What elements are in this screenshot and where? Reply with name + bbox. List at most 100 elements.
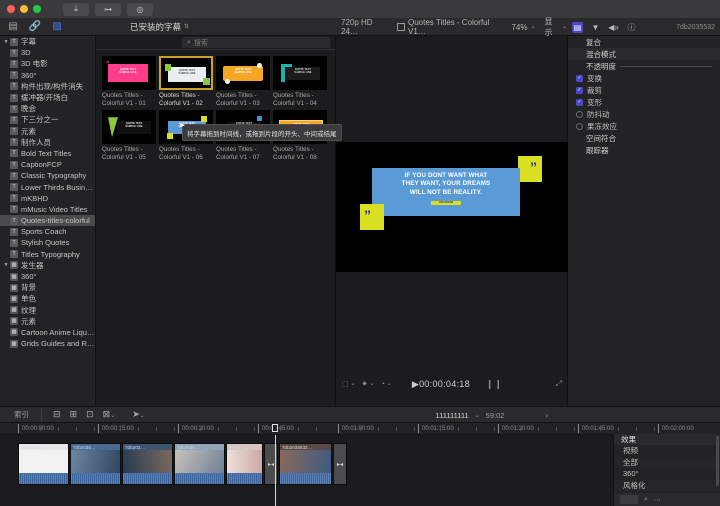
- inspector-row-composite[interactable]: 复合: [568, 36, 720, 48]
- effects-scrollbar[interactable]: [716, 436, 719, 486]
- sidebar-item-classic-typography[interactable]: T Classic Typography: [0, 170, 95, 181]
- sidebar-item-gen-textures[interactable]: ▩ 纹理: [0, 305, 95, 316]
- sidebar-group-titles[interactable]: ▼ T 字幕: [0, 36, 95, 47]
- inspector-row-transform[interactable]: ✓ 变换: [568, 72, 720, 84]
- sidebar-item-gen-backgrounds[interactable]: ▩ 背景: [0, 282, 95, 293]
- retime-tool-button[interactable]: ◔ ⌄: [381, 381, 392, 388]
- sidebar-item-lower-thirds-business[interactable]: T Lower Thirds Business: [0, 181, 95, 192]
- sidebar-item-gen-grids-guides-rulers[interactable]: ▩ Grids Guides and Rulers: [0, 338, 95, 349]
- sidebar-item-credits[interactable]: T 制作人员: [0, 137, 95, 148]
- sidebar-item-mkbhd[interactable]: TmKBHD: [0, 193, 95, 204]
- audio-icon[interactable]: ◀»: [608, 22, 619, 33]
- library-sidebar[interactable]: ▼ T 字幕 T 3D T 3D 电影 T 360° T 构件出现/构件消失 T 缓冲器/…: [0, 36, 96, 406]
- timeline-clip[interactable]: 7db2035…: [70, 443, 121, 485]
- crop-tool-button[interactable]: ⬚ ⌄: [342, 380, 356, 388]
- close-icon[interactable]: [7, 5, 15, 13]
- transform-checkbox[interactable]: ✓: [576, 74, 583, 82]
- title-item-05[interactable]: QUOTE TEXT SAMPLE LINE Quotes Titles - Co…: [102, 110, 156, 161]
- rolling-shutter-checkbox[interactable]: [576, 122, 583, 130]
- timeline-clip[interactable]: 7db20355…: [18, 443, 69, 485]
- inspector-row-tracker[interactable]: 跟踪器: [568, 144, 720, 156]
- sidebar-item-sports-coach[interactable]: T Sports Coach: [0, 226, 95, 237]
- sidebar-item-3d-movie[interactable]: T 3D 电影: [0, 58, 95, 69]
- timeline-project-selector[interactable]: ‹ 111111111 ⌄ 59:02 ›: [370, 407, 570, 424]
- keyword-button[interactable]: ⊶: [95, 2, 121, 16]
- sidebar-item-360[interactable]: T 360°: [0, 70, 95, 81]
- inspector-row-crop[interactable]: ✓ 裁剪: [568, 84, 720, 96]
- zoom-icon[interactable]: [33, 5, 41, 13]
- timeline-clip[interactable]: 7db2…: [226, 443, 263, 485]
- inspector-row-blend-mode[interactable]: 混合模式: [568, 48, 720, 60]
- enhancements-button[interactable]: ◎: [127, 2, 153, 16]
- title-item-02[interactable]: QUOTE TEXT SAMPLE LINE Quotes Titles - Co…: [159, 56, 213, 107]
- inspector-row-distort[interactable]: ✓ 变形: [568, 96, 720, 108]
- viewer-zoom-control[interactable]: 74% ⌄: [511, 23, 535, 32]
- distort-checkbox[interactable]: ✓: [576, 98, 583, 106]
- viewer-canvas[interactable]: ” IF YOU DONT WANT WHAT THEY WANT, YOUR …: [336, 142, 568, 272]
- timeline-pane[interactable]: 7db20355… 7db2035… 7db203… 7db2035… 7db2: [0, 435, 720, 506]
- effects-category-video[interactable]: 视频: [614, 445, 720, 457]
- import-media-button[interactable]: ⤓: [63, 2, 89, 16]
- title-thumbnail[interactable]: QUOTE TEXTSAMPLE LINE: [102, 110, 156, 145]
- playhead-flag-icon[interactable]: [272, 424, 278, 432]
- sidebar-item-stylish-quotes[interactable]: T Stylish Quotes: [0, 237, 95, 248]
- title-item-03[interactable]: QUOTE TEXT SAMPLE LINE Quotes Titles - Co…: [216, 56, 270, 107]
- overwrite-icon[interactable]: ⊠⌄: [103, 409, 116, 420]
- more-options-icon[interactable]: ⋯: [654, 496, 661, 504]
- sidebar-group-generators[interactable]: ▼ ▩ 发生器: [0, 260, 95, 271]
- inspector-row-spatial-conform[interactable]: 空间符合: [568, 132, 720, 144]
- sidebar-item-build-in-out[interactable]: T 构件出现/构件消失: [0, 81, 95, 92]
- sidebar-item-3d[interactable]: T 3D: [0, 47, 95, 58]
- timeline-transition[interactable]: ▸◂: [333, 443, 347, 485]
- disclosure-triangle-icon[interactable]: ▼: [2, 262, 10, 268]
- window-controls[interactable]: [0, 5, 41, 13]
- minimize-icon[interactable]: [20, 5, 28, 13]
- title-thumbnail[interactable]: QUOTE TEXTSAMPLE LINE: [159, 56, 213, 90]
- title-item-04[interactable]: QUOTE TEXT SAMPLE LINE Quotes Titles - Co…: [273, 56, 327, 107]
- connect-icon[interactable]: ⊡: [86, 409, 94, 420]
- fullscreen-icon[interactable]: ⤢: [556, 379, 562, 389]
- inspector-row-opacity[interactable]: 不透明度: [568, 60, 720, 72]
- effects-library-icon[interactable]: ▧: [51, 21, 63, 33]
- crop-checkbox[interactable]: ✓: [576, 86, 583, 94]
- title-item-01[interactable]: QUOTE TEXT SAMPLE LINE ” Quotes Titles - …: [102, 56, 156, 107]
- next-project-icon[interactable]: ›: [545, 411, 548, 420]
- append-icon[interactable]: ⊟: [53, 409, 61, 420]
- sidebar-item-captionfcp[interactable]: T CaptionFCP: [0, 159, 95, 170]
- browser-title[interactable]: 已安装的字幕 ⇅: [130, 18, 189, 36]
- pause-icon[interactable]: ❙❙: [486, 379, 503, 390]
- timeline-clip[interactable]: 7db203…: [122, 443, 173, 485]
- viewer-display-control[interactable]: 显示 ⌄: [545, 16, 567, 38]
- stabilization-checkbox[interactable]: [576, 110, 583, 118]
- inspector-row-stabilization[interactable]: 防抖动: [568, 108, 720, 120]
- sidebar-item-bold-text-titles[interactable]: T Bold Text Titles: [0, 148, 95, 159]
- search-icon[interactable]: ⌕: [644, 496, 648, 504]
- sidebar-item-gen-solids[interactable]: ▩ 单色: [0, 293, 95, 304]
- sidebar-item-gen-360[interactable]: ▩ 360°: [0, 271, 95, 282]
- search-input[interactable]: ⌕ 搜索: [182, 37, 330, 48]
- sidebar-item-gen-elements[interactable]: ▩ 元素: [0, 316, 95, 327]
- filter-icon[interactable]: ▼: [590, 22, 601, 33]
- info-icon[interactable]: ⓘ: [626, 22, 637, 33]
- title-thumbnail[interactable]: QUOTE TEXTSAMPLE LINE: [273, 56, 327, 90]
- color-tool-button[interactable]: ✷ ⌄: [362, 380, 375, 388]
- title-thumbnail[interactable]: QUOTE TEXT SAMPLE LINE ”: [102, 56, 156, 90]
- sidebar-item-lower-thirds[interactable]: T 下三分之一: [0, 114, 95, 125]
- sidebar-item-elements[interactable]: T 元素: [0, 126, 95, 137]
- sidebar-item-titles-typography[interactable]: T Titles Typography: [0, 249, 95, 260]
- timeline-clip[interactable]: 7db2035…: [174, 443, 225, 485]
- inspector-row-rolling-shutter[interactable]: 果冻效应: [568, 120, 720, 132]
- insert-icon[interactable]: ⊞: [70, 409, 78, 420]
- sidebar-item-mmusic-video-titles[interactable]: TmMusic Video Titles: [0, 204, 95, 215]
- timeline-ruler[interactable]: 00:00:00:00 00:00:15:00 00:00:30:00 00:0…: [0, 423, 720, 435]
- sidebar-item-quotes-titles-colorful[interactable]: T Quotes-titles-colorful: [0, 215, 95, 227]
- video-inspector-icon[interactable]: ▤: [572, 21, 583, 33]
- effects-category-all[interactable]: 全部: [614, 456, 720, 468]
- media-browser-icon[interactable]: ▤: [7, 21, 19, 33]
- effects-category-stylize[interactable]: 风格化: [614, 479, 720, 491]
- title-thumbnail[interactable]: QUOTE TEXTSAMPLE LINE: [216, 56, 270, 90]
- disclosure-triangle-icon[interactable]: ▼: [2, 39, 10, 45]
- tool-selector-icon[interactable]: ➤⌄: [132, 409, 145, 420]
- sidebar-item-social[interactable]: T 晚会: [0, 103, 95, 114]
- link-icon[interactable]: 🔗: [29, 21, 41, 33]
